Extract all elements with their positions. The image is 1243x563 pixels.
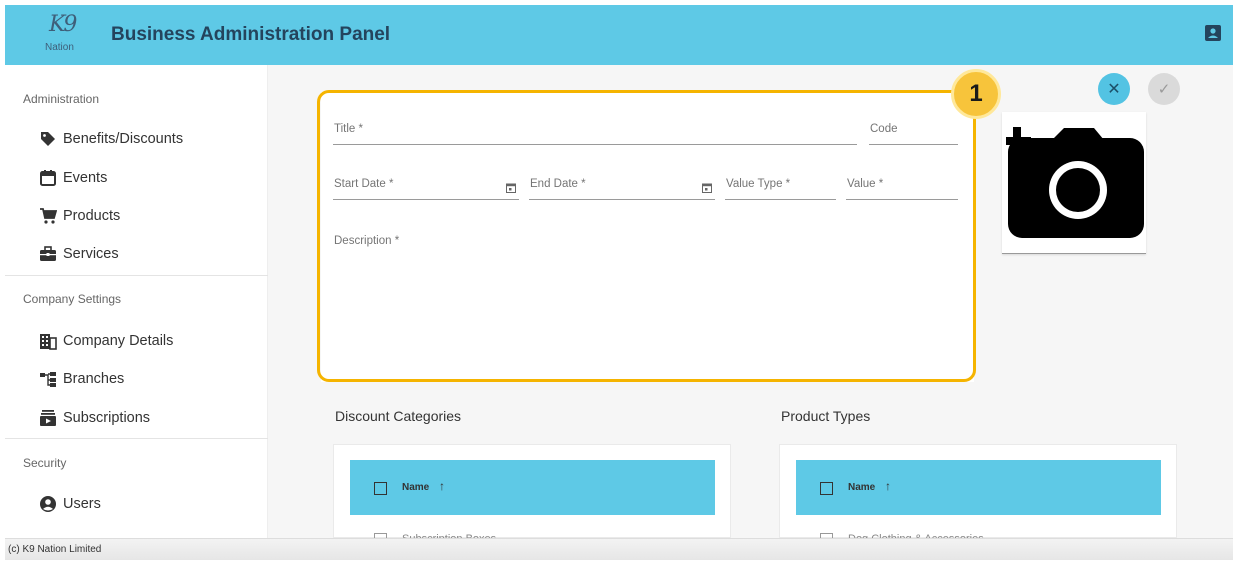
sidebar-divider bbox=[5, 438, 268, 439]
sort-ascending-icon[interactable]: ↑ bbox=[439, 479, 445, 493]
discount-categories-title: Discount Categories bbox=[335, 408, 462, 424]
sidebar-item-label: Events bbox=[63, 170, 108, 186]
sitemap-icon bbox=[40, 372, 56, 387]
profile-card-icon[interactable] bbox=[1205, 25, 1221, 41]
sidebar-item-subscriptions[interactable]: Subscriptions bbox=[39, 405, 150, 431]
image-upload-card[interactable] bbox=[1002, 112, 1146, 254]
sidebar-item-company-details[interactable]: Company Details bbox=[39, 328, 173, 354]
sidebar: Administration Benefits/Discounts Events… bbox=[5, 65, 268, 538]
sidebar-item-users[interactable]: Users bbox=[39, 491, 101, 517]
description-field-label: Description * bbox=[334, 235, 400, 247]
sidebar-item-services[interactable]: Services bbox=[39, 241, 119, 267]
domain-icon bbox=[40, 334, 57, 350]
logo-text: Nation bbox=[45, 42, 74, 53]
calendar-icon bbox=[40, 170, 56, 186]
sidebar-item-branches[interactable]: Branches bbox=[39, 366, 124, 392]
cancel-button[interactable]: ✕ bbox=[1098, 73, 1130, 105]
callout-badge: 1 bbox=[951, 69, 1001, 119]
code-input[interactable] bbox=[869, 123, 958, 144]
sidebar-item-label: Products bbox=[63, 208, 121, 224]
sidebar-item-label: Benefits/Discounts bbox=[63, 131, 184, 147]
logo[interactable]: K9 Nation bbox=[45, 12, 79, 60]
end-date-field-label: End Date * bbox=[530, 178, 586, 190]
check-icon: ✓ bbox=[1157, 81, 1171, 98]
title-input[interactable] bbox=[333, 123, 857, 144]
subscriptions-icon bbox=[40, 410, 56, 426]
product-types-title: Product Types bbox=[781, 408, 871, 424]
sidebar-divider bbox=[5, 275, 268, 276]
sidebar-section-administration: Administration bbox=[23, 92, 100, 106]
end-date-field[interactable]: End Date * bbox=[529, 178, 715, 200]
logo-mark: K9 bbox=[49, 12, 77, 37]
tag-icon bbox=[41, 132, 55, 146]
add-photo-icon bbox=[1006, 127, 1144, 238]
sidebar-item-label: Subscriptions bbox=[63, 410, 151, 426]
value-type-field-label: Value Type * bbox=[726, 178, 791, 190]
sidebar-item-benefits-discounts[interactable]: Benefits/Discounts bbox=[39, 126, 183, 152]
copyright-text: (c) K9 Nation Limited bbox=[8, 544, 102, 555]
sort-ascending-icon[interactable]: ↑ bbox=[885, 479, 891, 493]
sidebar-item-label: Branches bbox=[63, 371, 125, 387]
briefcase-icon bbox=[40, 246, 56, 261]
sidebar-section-company-settings: Company Settings bbox=[23, 292, 122, 306]
close-icon: ✕ bbox=[1107, 81, 1121, 98]
app-title: Business Administration Panel bbox=[111, 24, 391, 45]
code-field[interactable]: Code bbox=[869, 123, 958, 145]
product-types-grid: Name ↑ Dog Clothing & Accessories bbox=[779, 444, 1177, 546]
value-type-field[interactable]: Value Type * bbox=[725, 178, 836, 200]
grid-header: Name ↑ bbox=[350, 460, 715, 515]
title-field[interactable]: Title * bbox=[333, 123, 857, 145]
name-column-header[interactable]: Name bbox=[402, 482, 429, 493]
app-window: K9 Nation Business Administration Panel … bbox=[0, 0, 1243, 563]
description-field[interactable]: Description * bbox=[333, 235, 958, 365]
calendar-icon[interactable] bbox=[506, 183, 516, 193]
sidebar-item-events[interactable]: Events bbox=[39, 165, 107, 191]
name-column-header[interactable]: Name bbox=[848, 482, 875, 493]
user-circle-icon bbox=[40, 496, 56, 512]
value-input[interactable] bbox=[846, 178, 958, 199]
discount-categories-grid: Name ↑ Subscription Boxes bbox=[333, 444, 731, 546]
start-date-field-label: Start Date * bbox=[334, 178, 394, 190]
cart-icon bbox=[40, 208, 57, 224]
sidebar-item-label: Services bbox=[63, 246, 119, 262]
value-field[interactable]: Value * bbox=[846, 178, 958, 200]
calendar-icon[interactable] bbox=[702, 183, 712, 193]
select-all-checkbox[interactable] bbox=[374, 482, 387, 495]
sidebar-item-products[interactable]: Products bbox=[39, 203, 120, 229]
select-all-checkbox[interactable] bbox=[820, 482, 833, 495]
sidebar-item-label: Users bbox=[63, 496, 101, 512]
sidebar-section-security: Security bbox=[23, 456, 67, 470]
grid-header: Name ↑ bbox=[796, 460, 1161, 515]
start-date-field[interactable]: Start Date * bbox=[333, 178, 519, 200]
app-header: K9 Nation Business Administration Panel bbox=[5, 5, 1233, 65]
confirm-button[interactable]: ✓ bbox=[1148, 73, 1180, 105]
sidebar-item-label: Company Details bbox=[63, 333, 174, 349]
footer: (c) K9 Nation Limited bbox=[5, 538, 1233, 560]
